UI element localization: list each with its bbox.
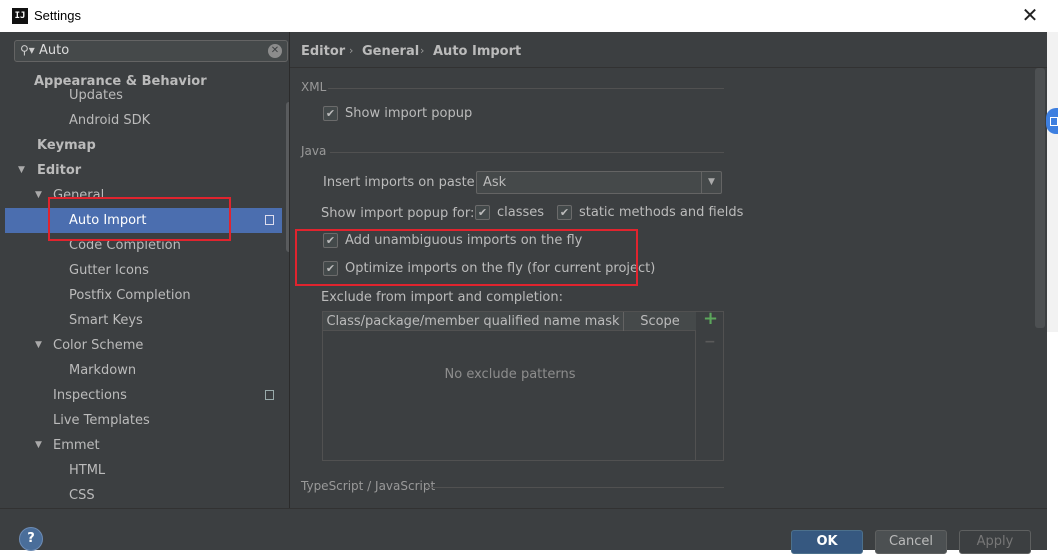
checkbox-checked-icon[interactable]: ✔ — [323, 106, 338, 121]
sidebar-item-label: Postfix Completion — [69, 288, 191, 303]
insert-on-paste-value: Ask — [483, 175, 507, 190]
sidebar-item-html[interactable]: HTML — [5, 458, 282, 483]
insert-on-paste-select[interactable]: Ask ▼ — [476, 171, 722, 194]
section-divider — [328, 88, 724, 89]
sidebar-item-editor[interactable]: ▼ Editor — [5, 158, 282, 183]
section-title-java: Java — [301, 144, 327, 158]
column-header-mask[interactable]: Class/package/member qualified name mask — [323, 312, 623, 331]
checkbox-label: Show import popup — [345, 106, 473, 121]
search-icon: ⚲▾ — [20, 43, 35, 57]
breadcrumb-editor: Editor — [301, 44, 346, 59]
expand-arrow-icon[interactable]: ▼ — [35, 183, 42, 208]
sidebar-item-label: Live Templates — [53, 413, 150, 428]
sidebar-item-inspections[interactable]: Inspections — [5, 383, 282, 408]
sidebar-item-label: Gutter Icons — [69, 263, 149, 278]
cancel-button[interactable]: Cancel — [875, 530, 947, 554]
sidebar-item-label: Android SDK — [69, 113, 151, 128]
expand-arrow-icon[interactable]: ▼ — [35, 433, 42, 458]
exclude-patterns-table[interactable]: Class/package/member qualified name mask… — [322, 311, 696, 461]
sidebar-item-label: Updates — [69, 88, 123, 103]
sidebar-item-emmet[interactable]: ▼ Emmet — [5, 433, 282, 458]
table-toolbar: + − — [696, 308, 724, 461]
sidebar-item-label: Smart Keys — [69, 313, 143, 328]
column-header-scope[interactable]: Scope — [624, 312, 696, 331]
remove-pattern-button[interactable]: − — [704, 334, 716, 350]
highlight-box-import-options — [295, 229, 638, 286]
project-settings-icon — [265, 390, 274, 400]
search-input-value: Auto — [39, 43, 70, 58]
sidebar-item-label: Editor — [37, 163, 82, 178]
section-title-xml: XML — [301, 80, 327, 94]
sidebar-item-color-scheme[interactable]: ▼ Color Scheme — [5, 333, 282, 358]
sidebar-item-smart-keys[interactable]: Smart Keys — [5, 308, 282, 333]
sidebar-item-android-sdk[interactable]: Android SDK — [5, 108, 282, 133]
checkbox-checked-icon[interactable]: ✔ — [557, 205, 572, 220]
close-window-button[interactable]: ✕ — [1018, 4, 1042, 28]
settings-search-input[interactable]: ⚲▾ Auto ✕ — [14, 40, 288, 62]
clear-search-icon[interactable]: ✕ — [268, 44, 282, 58]
apply-button[interactable]: Apply — [959, 530, 1031, 554]
sidebar-item-markdown[interactable]: Markdown — [5, 358, 282, 383]
sidebar-item-live-templates[interactable]: Live Templates — [5, 408, 282, 433]
empty-table-text: No exclude patterns — [444, 367, 576, 382]
sidebar-item-label: HTML — [69, 463, 106, 478]
sidebar-item-postfix-completion[interactable]: Postfix Completion — [5, 283, 282, 308]
sidebar-item-keymap[interactable]: Keymap — [5, 133, 282, 158]
dropdown-arrow-icon: ▼ — [701, 172, 721, 193]
sidebar-item-label: Keymap — [37, 138, 96, 153]
checkbox-checked-icon[interactable]: ✔ — [475, 205, 490, 220]
breadcrumb-auto-import: Auto Import — [433, 44, 522, 59]
exclude-label: Exclude from import and completion: — [321, 290, 563, 305]
ok-button[interactable]: OK — [791, 530, 863, 554]
sidebar-item-css[interactable]: CSS — [5, 483, 282, 508]
checkbox-label: static methods and fields — [579, 205, 744, 220]
background-scrollbar — [1047, 32, 1058, 332]
settings-sidebar: ⚲▾ Auto ✕ Appearance & Behavior Updates … — [5, 32, 290, 508]
add-pattern-button[interactable]: + — [703, 308, 718, 329]
sidebar-item-gutter-icons[interactable]: Gutter Icons — [5, 258, 282, 283]
breadcrumb-separator: › — [420, 44, 425, 57]
sidebar-item-label: Inspections — [53, 388, 127, 403]
section-divider — [426, 487, 724, 488]
section-divider — [330, 152, 724, 153]
settings-content-panel: Editor › General › Auto Import XML ✔ Sho… — [290, 32, 1047, 508]
window-title: Settings — [34, 8, 81, 23]
sidebar-item-label: Markdown — [69, 363, 137, 378]
section-title-typescript: TypeScript / JavaScript — [301, 479, 436, 493]
floating-widget-icon[interactable] — [1046, 108, 1058, 134]
expand-arrow-icon[interactable]: ▼ — [18, 158, 25, 183]
intellij-app-icon: IJ — [12, 8, 28, 24]
dialog-footer: ? OK Cancel Apply — [0, 508, 1047, 554]
breadcrumb-general: General — [362, 44, 420, 59]
sidebar-item-label: Color Scheme — [53, 338, 144, 353]
checkbox-label: classes — [497, 205, 545, 220]
show-popup-for-label: Show import popup for: — [321, 206, 475, 221]
project-settings-icon — [265, 215, 274, 225]
window-titlebar: IJ Settings ✕ — [0, 0, 1058, 32]
content-scrollbar[interactable] — [1035, 68, 1045, 328]
sidebar-item-label: Emmet — [53, 438, 100, 453]
insert-on-paste-label: Insert imports on paste: — [323, 175, 480, 190]
breadcrumb: Editor › General › Auto Import — [290, 32, 1047, 68]
highlight-box-auto-import — [48, 197, 231, 241]
breadcrumb-separator: › — [349, 44, 354, 57]
help-button[interactable]: ? — [19, 527, 43, 551]
expand-arrow-icon[interactable]: ▼ — [35, 333, 42, 358]
sidebar-item-label: CSS — [69, 488, 95, 503]
sidebar-item-updates[interactable]: Updates — [5, 83, 282, 108]
